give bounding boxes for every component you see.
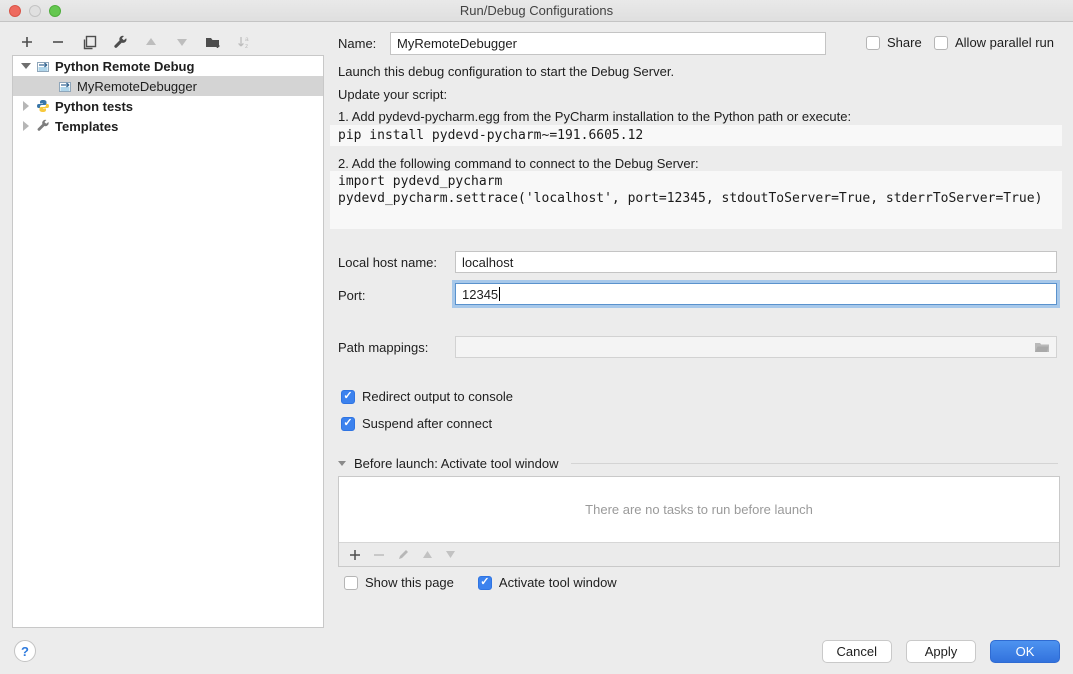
- svg-text:z: z: [245, 43, 248, 50]
- local-host-name-input[interactable]: localhost: [455, 251, 1057, 273]
- window-title: Run/Debug Configurations: [0, 0, 1073, 22]
- tree-item-templates[interactable]: Templates: [13, 116, 323, 136]
- tree-item-label: Python Remote Debug: [55, 59, 194, 74]
- collapse-arrow-icon[interactable]: [338, 461, 346, 466]
- description-line-1: Launch this debug configuration to start…: [338, 64, 674, 79]
- remote-debug-config-icon: [57, 79, 73, 93]
- help-button[interactable]: ?: [14, 640, 36, 662]
- local-host-name-value: localhost: [462, 255, 513, 270]
- description-line-2: Update your script:: [338, 87, 447, 102]
- cancel-button[interactable]: Cancel: [822, 640, 892, 663]
- suspend-after-connect-label: Suspend after connect: [362, 416, 492, 431]
- suspend-after-connect-row[interactable]: Suspend after connect: [341, 416, 492, 431]
- local-host-name-label: Local host name:: [338, 255, 437, 270]
- add-task-icon[interactable]: [349, 549, 361, 561]
- separator-line: [571, 463, 1058, 464]
- suspend-after-connect-checkbox[interactable]: [341, 417, 355, 431]
- text-caret: [499, 287, 500, 301]
- allow-parallel-checkbox-row[interactable]: Allow parallel run: [934, 35, 1054, 50]
- configurations-toolbar: a z: [18, 30, 253, 54]
- allow-parallel-run-label: Allow parallel run: [955, 35, 1054, 50]
- settrace-code-line-2: pydevd_pycharm.settrace('localhost', por…: [338, 190, 1054, 207]
- copy-configuration-icon[interactable]: [80, 33, 98, 51]
- dialog-buttons: Cancel Apply OK: [822, 640, 1060, 663]
- path-mappings-label: Path mappings:: [338, 340, 428, 355]
- ok-button[interactable]: OK: [990, 640, 1060, 663]
- activate-tool-window-row[interactable]: Activate tool window: [478, 575, 617, 590]
- allow-parallel-run-checkbox[interactable]: [934, 36, 948, 50]
- expand-arrow-icon[interactable]: [21, 101, 31, 111]
- apply-button[interactable]: Apply: [906, 640, 976, 663]
- tree-item-label: Python tests: [55, 99, 133, 114]
- task-toolbar: [339, 542, 1059, 566]
- tree-item-label: MyRemoteDebugger: [77, 79, 197, 94]
- remote-debug-config-icon: [35, 59, 51, 73]
- before-launch-section-header[interactable]: Before launch: Activate tool window: [338, 456, 1058, 471]
- move-up-icon: [142, 33, 160, 51]
- redirect-output-checkbox[interactable]: [341, 390, 355, 404]
- no-tasks-message: There are no tasks to run before launch: [339, 477, 1059, 542]
- step-2-text: 2. Add the following command to connect …: [338, 156, 699, 171]
- path-mappings-input[interactable]: [455, 336, 1057, 358]
- move-task-up-icon: [422, 550, 433, 559]
- configurations-tree: Python Remote Debug MyRemoteDebugger: [12, 55, 324, 628]
- folder-icon[interactable]: [1034, 341, 1050, 353]
- redirect-output-row[interactable]: Redirect output to console: [341, 389, 513, 404]
- sort-alphabetically-icon: a z: [235, 33, 253, 51]
- tree-item-python-tests[interactable]: Python tests: [13, 96, 323, 116]
- remove-task-icon: [373, 549, 385, 561]
- show-this-page-label: Show this page: [365, 575, 454, 590]
- python-icon: [35, 99, 51, 113]
- svg-text:a: a: [245, 36, 249, 43]
- before-launch-label: Before launch: Activate tool window: [354, 456, 559, 471]
- redirect-output-label: Redirect output to console: [362, 389, 513, 404]
- move-down-icon: [173, 33, 191, 51]
- port-value: 12345: [462, 287, 498, 302]
- tree-item-python-remote-debug[interactable]: Python Remote Debug: [13, 56, 323, 76]
- port-label: Port:: [338, 288, 365, 303]
- remove-configuration-icon[interactable]: [49, 33, 67, 51]
- collapse-arrow-icon[interactable]: [21, 63, 31, 69]
- pip-install-code: pip install pydevd-pycharm~=191.6605.12: [330, 125, 1062, 146]
- share-checkbox[interactable]: [866, 36, 880, 50]
- name-label: Name:: [338, 36, 376, 51]
- before-launch-task-panel: There are no tasks to run before launch: [338, 476, 1060, 567]
- share-checkbox-row[interactable]: Share: [866, 35, 922, 50]
- show-this-page-checkbox[interactable]: [344, 576, 358, 590]
- settrace-code-line-1: import pydevd_pycharm: [338, 173, 1054, 190]
- port-input[interactable]: 12345: [455, 283, 1057, 305]
- move-task-down-icon: [445, 550, 456, 559]
- expand-arrow-icon[interactable]: [21, 121, 31, 131]
- name-input[interactable]: [390, 32, 826, 55]
- edit-templates-wrench-icon[interactable]: [111, 33, 129, 51]
- edit-task-pencil-icon: [397, 548, 410, 561]
- tree-item-label: Templates: [55, 119, 118, 134]
- new-folder-icon[interactable]: [204, 33, 222, 51]
- title-bar: Run/Debug Configurations: [0, 0, 1073, 22]
- share-label: Share: [887, 35, 922, 50]
- bottom-options: Show this page Activate tool window: [344, 575, 617, 590]
- settrace-code-block: import pydevd_pycharm pydevd_pycharm.set…: [330, 171, 1062, 229]
- activate-tool-window-label: Activate tool window: [499, 575, 617, 590]
- run-debug-configurations-dialog: Run/Debug Configurations: [0, 0, 1073, 674]
- tree-item-myremotedebugger[interactable]: MyRemoteDebugger: [13, 76, 323, 96]
- show-this-page-row[interactable]: Show this page: [344, 575, 454, 590]
- step-1-text: 1. Add pydevd-pycharm.egg from the PyCha…: [338, 109, 851, 124]
- activate-tool-window-checkbox[interactable]: [478, 576, 492, 590]
- wrench-icon: [35, 119, 51, 133]
- add-configuration-icon[interactable]: [18, 33, 36, 51]
